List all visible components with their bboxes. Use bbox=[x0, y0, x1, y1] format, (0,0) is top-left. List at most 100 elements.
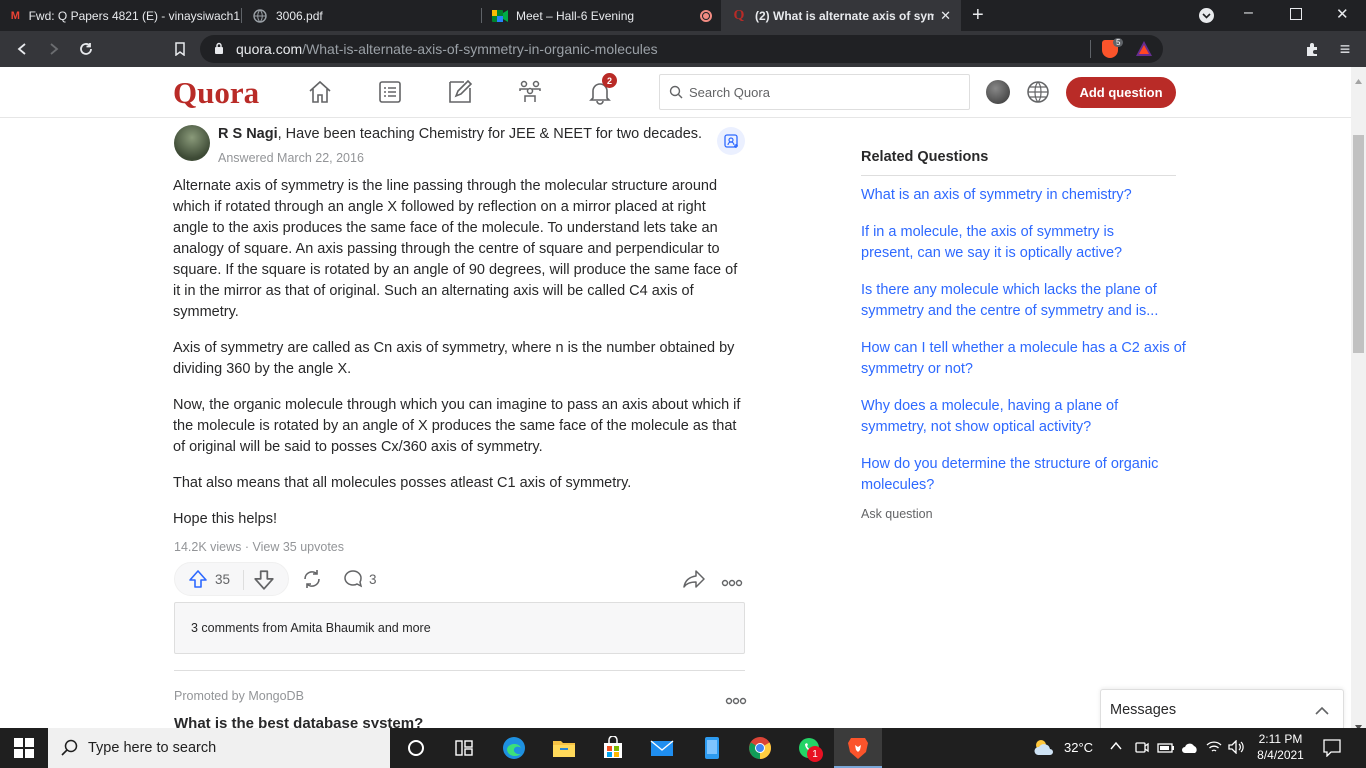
home-icon[interactable] bbox=[307, 79, 333, 105]
address-bar[interactable]: quora.com/What-is-alternate-axis-of-symm… bbox=[200, 35, 1163, 63]
promoted-more-icon[interactable] bbox=[725, 692, 747, 710]
related-question-link[interactable]: What is an axis of symmetry in chemistry… bbox=[861, 185, 1181, 206]
volume-icon[interactable] bbox=[1228, 739, 1246, 759]
upvote-button[interactable]: 35 bbox=[175, 563, 243, 595]
comments-preview[interactable]: 3 comments from Amita Bhaumik and more bbox=[174, 602, 745, 654]
bookmark-icon[interactable] bbox=[168, 37, 192, 61]
scroll-up-icon[interactable] bbox=[1355, 71, 1362, 89]
microsoft-store-icon[interactable] bbox=[601, 735, 625, 760]
new-tab-button[interactable]: + bbox=[972, 4, 984, 27]
windows-start-icon[interactable] bbox=[12, 736, 36, 760]
related-question-link[interactable]: Is there any molecule which lacks the pl… bbox=[861, 280, 1179, 322]
meet-now-icon[interactable] bbox=[1135, 740, 1149, 761]
comment-button[interactable]: 3 bbox=[343, 569, 377, 589]
comments-preview-text: 3 comments from Amita Bhaumik and more bbox=[191, 621, 431, 635]
answer-stats[interactable]: 14.2K views · View 35 upvotes bbox=[174, 540, 344, 554]
comment-count: 3 bbox=[369, 571, 377, 587]
author-name[interactable]: R S Nagi bbox=[218, 126, 278, 142]
related-question-link[interactable]: How do you determine the structure of or… bbox=[861, 454, 1186, 496]
share-reshare-button[interactable] bbox=[301, 568, 323, 595]
weather-cloud-icon[interactable] bbox=[1032, 737, 1056, 762]
tray-chevron-up-icon[interactable] bbox=[1110, 740, 1122, 754]
answer-pencil-icon[interactable] bbox=[447, 79, 473, 105]
answer-paragraph: Axis of symmetry are called as Cn axis o… bbox=[173, 340, 735, 377]
related-question-link[interactable]: If in a molecule, the axis of symmetry i… bbox=[861, 222, 1166, 264]
add-question-button[interactable]: Add question bbox=[1066, 77, 1176, 108]
battery-icon[interactable] bbox=[1157, 741, 1175, 759]
close-tab-icon[interactable]: ✕ bbox=[934, 7, 951, 24]
quora-logo[interactable]: Quora bbox=[173, 75, 259, 111]
task-view-icon[interactable] bbox=[452, 736, 476, 760]
chrome-icon[interactable] bbox=[748, 736, 772, 760]
messages-label: Messages bbox=[1110, 702, 1177, 718]
language-globe-icon[interactable] bbox=[1026, 80, 1050, 109]
share-button[interactable] bbox=[683, 569, 705, 594]
brave-taskbar-button[interactable] bbox=[834, 728, 882, 768]
search-input[interactable]: Search Quora bbox=[659, 74, 970, 110]
divider bbox=[243, 570, 244, 590]
clock-time: 2:11 PM bbox=[1258, 732, 1303, 746]
quora-header: Quora 2 Search Quora Add question bbox=[0, 67, 1351, 118]
vote-pill: 35 bbox=[174, 562, 289, 596]
tab-quora-active[interactable]: Q (2) What is alternate axis of symm ✕ bbox=[721, 0, 961, 31]
comment-bubble-icon bbox=[344, 570, 363, 588]
wifi-icon[interactable] bbox=[1206, 740, 1222, 759]
ask-question-link[interactable]: Ask question bbox=[861, 507, 933, 521]
taskbar-search-box[interactable]: Type here to search bbox=[48, 728, 390, 768]
weather-temp[interactable]: 32°C bbox=[1064, 740, 1093, 755]
extensions-icon[interactable] bbox=[1300, 37, 1324, 61]
downvote-arrow-icon bbox=[254, 570, 274, 590]
related-question-link[interactable]: How can I tell whether a molecule has a … bbox=[861, 338, 1186, 380]
onedrive-icon[interactable] bbox=[1181, 741, 1199, 759]
share-arrow-icon bbox=[683, 570, 705, 588]
tab-gmail[interactable]: M Fwd: Q Papers 4821 (E) - vinaysiwach1 bbox=[0, 0, 240, 31]
page-scrollbar[interactable] bbox=[1351, 67, 1366, 730]
tab-search-icon[interactable] bbox=[1199, 8, 1214, 23]
window-close-icon[interactable]: ✕ bbox=[1336, 5, 1349, 23]
promoted-label[interactable]: Promoted by MongoDB bbox=[174, 689, 304, 703]
answer-date[interactable]: Answered March 22, 2016 bbox=[218, 151, 364, 165]
add-person-icon bbox=[724, 134, 738, 148]
author-avatar[interactable] bbox=[174, 125, 210, 161]
forward-icon[interactable] bbox=[42, 37, 66, 61]
gmail-icon: M bbox=[10, 9, 20, 22]
answer-paragraph: Now, the organic molecule through which … bbox=[173, 397, 741, 455]
menu-icon[interactable]: ≡ bbox=[1333, 37, 1357, 61]
promoted-title[interactable]: What is the best database system? bbox=[174, 715, 423, 728]
author-line: R S Nagi, Have been teaching Chemistry f… bbox=[218, 126, 702, 142]
file-explorer-icon[interactable] bbox=[552, 736, 576, 760]
following-icon[interactable] bbox=[377, 79, 403, 105]
minimize-icon[interactable]: – bbox=[1244, 4, 1253, 22]
mail-icon[interactable] bbox=[650, 736, 674, 760]
answer-paragraph: Alternate axis of symmetry is the line p… bbox=[173, 178, 738, 320]
divider bbox=[174, 670, 745, 671]
cortana-icon[interactable] bbox=[404, 736, 428, 760]
downvote-button[interactable] bbox=[253, 569, 275, 596]
windows-taskbar: Type here to search 1 32°C 2:11 PM 8/4/2… bbox=[0, 728, 1366, 768]
lock-icon bbox=[214, 42, 224, 60]
follow-author-button[interactable] bbox=[717, 127, 745, 155]
url-text: quora.com/What-is-alternate-axis-of-symm… bbox=[236, 41, 658, 57]
tab-pdf[interactable]: 3006.pdf bbox=[242, 0, 480, 31]
restore-icon[interactable] bbox=[1290, 8, 1302, 20]
reload-icon[interactable] bbox=[74, 37, 98, 61]
back-icon[interactable] bbox=[10, 37, 34, 61]
clock[interactable]: 2:11 PM 8/4/2021 bbox=[1253, 731, 1308, 763]
answer-paragraph: Hope this helps! bbox=[173, 511, 277, 527]
edge-icon[interactable] bbox=[502, 736, 526, 760]
avatar[interactable] bbox=[986, 80, 1010, 104]
scrollbar-thumb[interactable] bbox=[1353, 135, 1364, 353]
whatsapp-unread-badge: 1 bbox=[807, 746, 823, 762]
tab-label: (2) What is alternate axis of symm bbox=[755, 8, 949, 23]
search-icon bbox=[669, 85, 683, 104]
messages-dock[interactable]: Messages bbox=[1100, 689, 1344, 728]
chevron-up-icon[interactable] bbox=[1315, 703, 1329, 721]
tab-label: Meet – Hall-6 Evening bbox=[516, 8, 635, 23]
more-options-icon[interactable] bbox=[721, 574, 743, 592]
spaces-icon[interactable] bbox=[517, 79, 543, 105]
brave-rewards-icon[interactable] bbox=[1136, 41, 1152, 61]
tab-meet[interactable]: Meet – Hall-6 Evening bbox=[482, 0, 718, 31]
notification-center-icon[interactable] bbox=[1323, 739, 1341, 762]
related-question-link[interactable]: Why does a molecule, having a plane of s… bbox=[861, 396, 1151, 438]
phone-app-icon[interactable] bbox=[700, 736, 724, 760]
